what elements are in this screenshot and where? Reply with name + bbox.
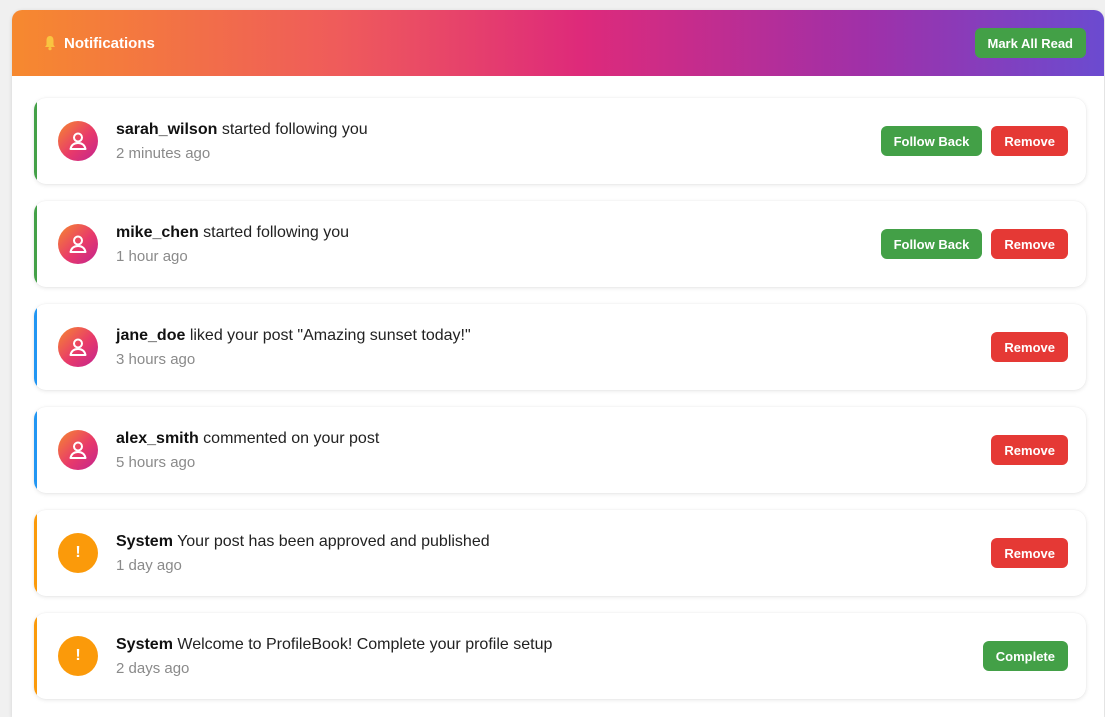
- notification-content: alex_smith commented on your post 5 hour…: [116, 430, 991, 471]
- notification-message: sarah_wilson started following you: [116, 121, 881, 139]
- header-title-group: Notifications: [44, 35, 155, 52]
- notification-actor: System: [116, 532, 173, 550]
- follow-back-button[interactable]: Follow Back: [880, 229, 983, 259]
- notification-item: jane_doe liked your post "Amazing sunset…: [34, 304, 1086, 390]
- bell-icon: [44, 35, 56, 51]
- notification-content: mike_chen started following you 1 hour a…: [116, 224, 881, 265]
- notification-actions: Remove: [991, 435, 1068, 465]
- notification-list: sarah_wilson started following you 2 min…: [12, 76, 1104, 699]
- notification-actions: Remove: [991, 332, 1068, 362]
- notification-time: 5 hours ago: [116, 453, 196, 471]
- notification-message: alex_smith commented on your post: [116, 430, 991, 448]
- notification-actor[interactable]: alex_smith: [116, 430, 199, 447]
- notification-message: jane_doe liked your post "Amazing sunset…: [116, 327, 991, 345]
- notification-time: 1 day ago: [116, 556, 182, 574]
- notification-text: started following you: [221, 120, 368, 138]
- notification-text: commented on your post: [203, 429, 380, 447]
- notification-actor[interactable]: jane_doe: [116, 327, 185, 344]
- notification-text: started following you: [203, 223, 350, 241]
- notification-content: System Your post has been approved and p…: [116, 533, 991, 574]
- notification-actions: Remove: [991, 538, 1068, 568]
- notification-time: 1 hour ago: [116, 247, 188, 265]
- notification-content: System Welcome to ProfileBook! Complete …: [116, 636, 983, 677]
- notification-actions: Follow Back Remove: [880, 229, 1068, 259]
- mark-all-read-button[interactable]: Mark All Read: [974, 28, 1086, 58]
- notification-actor: System: [116, 635, 173, 653]
- notification-item: alex_smith commented on your post 5 hour…: [34, 407, 1086, 493]
- remove-button[interactable]: Remove: [991, 229, 1068, 259]
- notification-message: System Welcome to ProfileBook! Complete …: [116, 636, 983, 654]
- notification-actions: Follow Back Remove: [880, 126, 1068, 156]
- notification-item: ! System Your post has been approved and…: [34, 510, 1086, 596]
- notification-text: Your post has been approved and publishe…: [177, 532, 490, 550]
- page-title: Notifications: [64, 34, 155, 52]
- remove-button[interactable]: Remove: [991, 126, 1068, 156]
- notification-time: 2 minutes ago: [116, 144, 211, 162]
- notification-time: 2 days ago: [116, 659, 190, 677]
- notification-text: liked your post "Amazing sunset today!": [189, 326, 471, 344]
- notification-actor[interactable]: mike_chen: [116, 224, 199, 241]
- notification-time: 3 hours ago: [116, 350, 196, 368]
- notification-message: mike_chen started following you: [116, 224, 881, 242]
- notifications-panel: Notifications Mark All Read sarah_wilson…: [12, 10, 1104, 717]
- user-icon: [58, 121, 98, 161]
- notification-item: mike_chen started following you 1 hour a…: [34, 201, 1086, 287]
- user-icon: [58, 224, 98, 264]
- alert-icon: !: [58, 636, 98, 676]
- notification-item: ! System Welcome to ProfileBook! Complet…: [34, 613, 1086, 699]
- remove-button[interactable]: Remove: [991, 538, 1068, 568]
- notification-content: jane_doe liked your post "Amazing sunset…: [116, 327, 991, 368]
- user-icon: [58, 327, 98, 367]
- remove-button[interactable]: Remove: [991, 435, 1068, 465]
- alert-icon: !: [58, 533, 98, 573]
- notification-content: sarah_wilson started following you 2 min…: [116, 121, 881, 162]
- notification-actions: Complete: [982, 641, 1068, 671]
- complete-button[interactable]: Complete: [982, 641, 1068, 671]
- follow-back-button[interactable]: Follow Back: [880, 126, 983, 156]
- remove-button[interactable]: Remove: [991, 332, 1068, 362]
- notifications-header: Notifications Mark All Read: [12, 10, 1104, 76]
- notification-actor[interactable]: sarah_wilson: [116, 121, 217, 138]
- notification-text: Welcome to ProfileBook! Complete your pr…: [177, 635, 553, 653]
- user-icon: [58, 430, 98, 470]
- notification-item: sarah_wilson started following you 2 min…: [34, 98, 1086, 184]
- notification-message: System Your post has been approved and p…: [116, 533, 991, 551]
